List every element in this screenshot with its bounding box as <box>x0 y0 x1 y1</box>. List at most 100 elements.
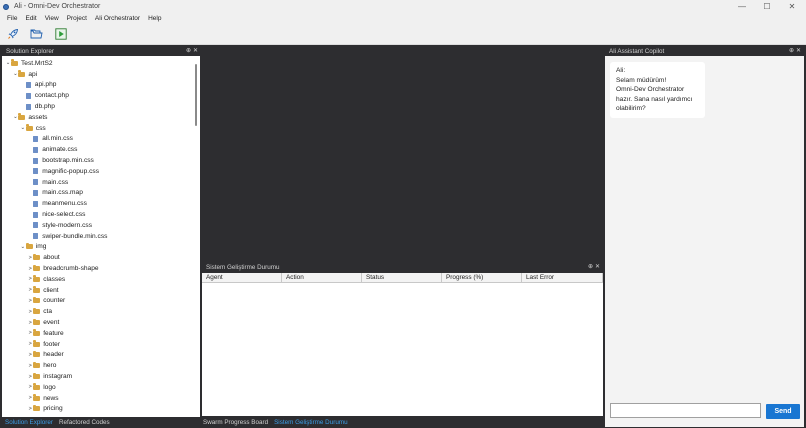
tree-folder[interactable]: > about <box>27 252 60 263</box>
tree-item-label: client <box>43 286 59 294</box>
tab-sistem-gelistirme-durumu[interactable]: Sistem Geliştirme Durumu <box>274 419 347 426</box>
tree-file[interactable]: main.css.map <box>27 188 83 199</box>
tree-file[interactable]: all.min.css <box>27 134 73 145</box>
menu-help[interactable]: Help <box>144 15 165 22</box>
pin-icon[interactable]: ⊕ <box>588 263 593 270</box>
menu-view[interactable]: View <box>41 15 63 22</box>
tree-folder[interactable]: ⌄ api <box>12 69 37 80</box>
message-line: hazır. Sana nasıl yardımcı <box>616 95 693 103</box>
column-progress[interactable]: Progress (%) <box>442 273 522 282</box>
tree-folder[interactable]: > news <box>27 393 59 404</box>
tree-folder[interactable]: > feature <box>27 328 64 339</box>
tree-item-label: about <box>43 254 60 262</box>
pin-icon[interactable]: ⊕ <box>186 47 191 54</box>
tree-file[interactable]: main.css <box>27 177 68 188</box>
file-icon <box>25 103 31 110</box>
minimize-button[interactable]: — <box>730 0 754 13</box>
tree-item-label: breadcrumb-shape <box>43 265 99 273</box>
tree-file[interactable]: db.php <box>20 101 55 112</box>
close-panel-icon[interactable]: ✕ <box>796 47 801 54</box>
tree-item-label: bootstrap.min.css <box>42 157 94 165</box>
tree-folder[interactable]: > breadcrumb-shape <box>27 263 99 274</box>
tab-swarm-progress-board[interactable]: Swarm Progress Board <box>203 419 268 426</box>
folder-icon <box>33 361 41 369</box>
tree-item-label: event <box>43 319 60 327</box>
close-panel-icon[interactable]: ✕ <box>193 47 198 54</box>
open-folder-icon[interactable] <box>30 28 43 41</box>
folder-icon <box>33 372 41 380</box>
tab-solution-explorer[interactable]: Solution Explorer <box>5 419 53 426</box>
file-icon <box>33 233 39 240</box>
chevron-down-icon[interactable]: ⌄ <box>20 244 26 250</box>
tree-file[interactable]: meanmenu.css <box>27 198 87 209</box>
folder-icon <box>33 307 41 315</box>
window-title: Ali - Omni-Dev Orchestrator <box>14 3 101 10</box>
tree-folder[interactable]: > classes <box>27 274 65 285</box>
pin-icon[interactable]: ⊕ <box>789 47 794 54</box>
send-button[interactable]: Send <box>766 404 800 419</box>
column-action[interactable]: Action <box>282 273 362 282</box>
folder-icon <box>25 124 33 131</box>
tree-item-label: main.css <box>42 178 69 186</box>
tree-item-label: Test.MrtS2 <box>21 59 53 67</box>
tree-folder[interactable]: > counter <box>27 296 65 307</box>
tree-item-label: swiper-bundle.min.css <box>42 232 108 240</box>
menu-ali-orchestrator[interactable]: Ali Orchestrator <box>91 15 144 22</box>
grid-header: Agent Action Status Progress (%) Last Er… <box>202 273 603 283</box>
tree-file[interactable]: api.php <box>20 80 56 91</box>
tree-folder[interactable]: > hero <box>27 360 56 371</box>
tree-item-label: logo <box>43 383 56 391</box>
column-status[interactable]: Status <box>362 273 442 282</box>
tree-folder[interactable]: > cta <box>27 306 52 317</box>
menu-edit[interactable]: Edit <box>21 15 40 22</box>
tree-file[interactable]: bootstrap.min.css <box>27 155 94 166</box>
file-icon <box>33 211 39 218</box>
tree-folder[interactable]: > footer <box>27 339 60 350</box>
tree-file[interactable]: contact.php <box>20 90 69 101</box>
tree-folder[interactable]: > event <box>27 317 59 328</box>
file-tree: ⌄ Test.MrtS2 ⌄ api api.php contact.php db.php ⌄… <box>2 56 200 417</box>
assistant-header: Ali Assistant Copilot ⊕ ✕ <box>605 47 804 56</box>
tree-folder[interactable]: ⌄ css <box>20 123 46 134</box>
tree-folder[interactable]: > logo <box>27 382 56 393</box>
tree-scrollbar[interactable] <box>195 64 197 126</box>
folder-icon <box>18 70 26 77</box>
status-grid: Agent Action Status Progress (%) Last Er… <box>202 273 603 416</box>
chat-input-row: Send <box>605 394 804 427</box>
tree-file[interactable]: magnific-popup.css <box>27 166 99 177</box>
folder-icon <box>33 394 41 401</box>
folder-icon <box>33 340 41 347</box>
column-last-error[interactable]: Last Error <box>522 273 603 282</box>
tree-folder[interactable]: ⌄ Test.MrtS2 <box>5 58 53 69</box>
run-icon[interactable] <box>54 28 67 41</box>
menu-file[interactable]: File <box>3 15 21 22</box>
solution-explorer-panel: Solution Explorer ⊕ ✕ ⌄ Test.MrtS2 ⌄ api api… <box>2 47 200 417</box>
chat-input[interactable] <box>610 403 761 418</box>
tree-item-label: meanmenu.css <box>42 200 87 208</box>
tree-file[interactable]: nice-select.css <box>27 209 85 220</box>
editor-area <box>202 47 603 262</box>
tree-folder[interactable]: > pricing <box>27 404 63 415</box>
tree-folder[interactable]: > header <box>27 350 64 361</box>
message-line: olabilirim? <box>616 105 646 113</box>
menu-project[interactable]: Project <box>63 15 91 22</box>
tree-folder[interactable]: ⌄ img <box>20 242 46 253</box>
tree-file[interactable]: style-modern.css <box>27 220 92 231</box>
maximize-button[interactable]: ☐ <box>755 0 779 13</box>
status-panel-title: Sistem Geliştirme Durumu <box>206 264 280 271</box>
tree-file[interactable]: animate.css <box>27 144 77 155</box>
file-icon <box>33 222 39 229</box>
chevron-down-icon[interactable]: ⌄ <box>20 125 26 131</box>
column-agent[interactable]: Agent <box>202 273 282 282</box>
tree-file[interactable]: swiper-bundle.min.css <box>27 231 107 242</box>
tree-item-label: counter <box>43 297 66 305</box>
close-window-button[interactable]: ✕ <box>780 0 804 13</box>
tree-folder[interactable]: > client <box>27 285 59 296</box>
tab-refactored-codes[interactable]: Refactored Codes <box>59 419 110 426</box>
close-panel-icon[interactable]: ✕ <box>595 263 600 270</box>
file-icon <box>33 168 39 175</box>
tree-folder[interactable]: ⌄ assets <box>12 112 47 123</box>
middle-panel-tabs: Swarm Progress Board Sistem Geliştirme D… <box>203 417 348 428</box>
tree-folder[interactable]: > instagram <box>27 371 72 382</box>
rocket-icon[interactable] <box>6 28 19 41</box>
